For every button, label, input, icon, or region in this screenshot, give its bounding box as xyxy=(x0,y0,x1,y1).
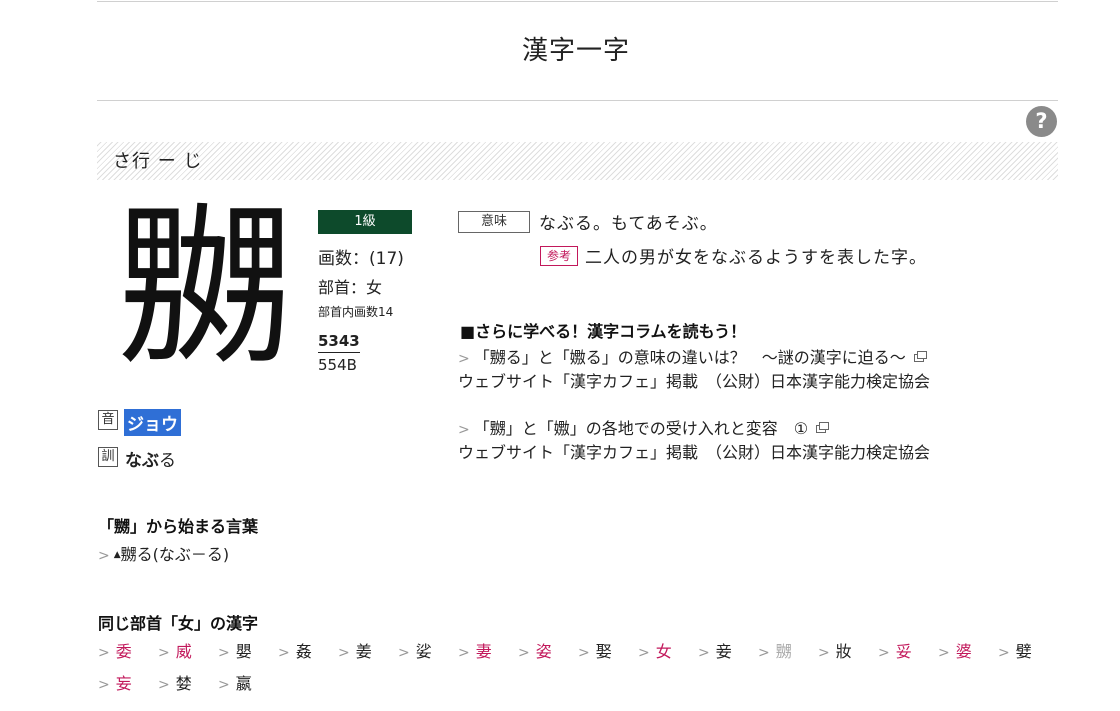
radical-kanji-char: 娶 xyxy=(595,642,612,661)
help-icon[interactable]: ? xyxy=(1026,106,1057,137)
chevron-right-icon: > xyxy=(878,645,890,661)
kanji-character: 嬲 xyxy=(117,188,293,391)
radical-kanji-link[interactable]: > 姦 xyxy=(278,638,338,662)
chevron-right-icon: > xyxy=(458,645,470,661)
on-reading-badge: 音 xyxy=(98,410,118,430)
radical-kanji-link[interactable]: > 嬰 xyxy=(218,638,278,662)
external-link-icon xyxy=(816,422,830,433)
chevron-right-icon: > xyxy=(98,548,110,564)
chevron-right-icon: > xyxy=(458,422,470,438)
meaning-text: なぶる。もてあそぶ。 xyxy=(539,214,718,234)
radical-kanji-char: 姜 xyxy=(355,642,372,661)
radical-kanji-link[interactable]: > 妻 xyxy=(458,638,518,662)
reference-label: 参考 xyxy=(540,246,578,266)
radical-kanji-link[interactable]: > 妥 xyxy=(878,638,938,662)
word-link[interactable]: > ▲嬲る(なぶ－る) xyxy=(98,541,229,565)
meaning-label: 意味 xyxy=(458,211,530,233)
radical-kanji-char: 娑 xyxy=(415,642,432,661)
chevron-right-icon: > xyxy=(278,645,290,661)
radical-kanji-link[interactable]: > 姜 xyxy=(338,638,398,662)
stroke-count: 画数：(17) xyxy=(318,249,404,269)
kun-reading-okurigana: る xyxy=(159,451,176,471)
chevron-right-icon: > xyxy=(98,645,110,661)
radical-kanji-char: 女 xyxy=(655,642,672,661)
same-radical-row: > 委 > 威 > 嬰 > 姦 > 姜 > 娑 > 妻 > 姿 > 娶 > 女 > 妾 > 嬲 > 妝 > 妥 > 婆 > 嬖 xyxy=(98,638,1058,662)
banner-label: さ行 ー じ xyxy=(113,151,203,172)
chevron-right-icon: > xyxy=(218,677,230,693)
column-source: ウェブサイト「漢字カフェ」掲載 （公財）日本漢字能力検定協会 xyxy=(458,372,931,391)
reference-text: 二人の男が女をなぶるようすを表した字。 xyxy=(585,248,927,268)
grade-badge: 1級 xyxy=(318,210,412,234)
radical-kanji-char: 妄 xyxy=(115,674,132,693)
chevron-right-icon: > xyxy=(638,645,650,661)
radical-kanji-char: 姦 xyxy=(295,642,312,661)
chevron-right-icon: > xyxy=(818,645,830,661)
radical-kanji-char: 姿 xyxy=(535,642,552,661)
radical-kanji-link[interactable]: > 姿 xyxy=(518,638,578,662)
external-link-icon xyxy=(913,351,927,362)
column-heading: ■さらに学べる！漢字コラムを読もう！ xyxy=(460,322,747,341)
kun-reading-badge: 訓 xyxy=(98,447,118,467)
radical-kanji-char: 威 xyxy=(175,642,192,661)
radical-stroke-count: 部首内画数14 xyxy=(318,305,394,319)
radical-kanji-char: 委 xyxy=(115,642,132,661)
radical-kanji-link[interactable]: > 娶 xyxy=(578,638,638,662)
radical-kanji-char: 妥 xyxy=(895,642,912,661)
chevron-right-icon: > xyxy=(158,677,170,693)
chevron-right-icon: > xyxy=(578,645,590,661)
chevron-right-icon: > xyxy=(698,645,710,661)
same-radical-row: > 妄 > 婪 > 嬴 xyxy=(98,670,278,694)
chevron-right-icon: > xyxy=(758,645,770,661)
chevron-right-icon: > xyxy=(158,645,170,661)
chevron-right-icon: > xyxy=(218,645,230,661)
column-source: ウェブサイト「漢字カフェ」掲載 （公財）日本漢字能力検定協会 xyxy=(458,443,931,462)
radical-label: 部首：女 xyxy=(318,278,383,297)
page-title: 漢字一字 xyxy=(521,36,630,66)
same-radical-heading: 同じ部首「女」の漢字 xyxy=(98,614,259,633)
title-divider xyxy=(97,100,1058,101)
radical-kanji-link[interactable]: > 嬲 xyxy=(758,638,818,662)
section-banner xyxy=(97,142,1058,180)
chevron-right-icon: > xyxy=(98,677,110,693)
chevron-right-icon: > xyxy=(518,645,530,661)
chevron-right-icon: > xyxy=(998,645,1010,661)
radical-kanji-link[interactable]: > 女 xyxy=(638,638,698,662)
caution-mark: ▲ xyxy=(113,550,121,560)
radical-kanji-char: 嬖 xyxy=(1015,642,1032,661)
radical-kanji-link[interactable]: > 委 xyxy=(98,638,158,662)
radical-kanji-char: 嬴 xyxy=(235,674,252,693)
radical-kanji-link[interactable]: > 威 xyxy=(158,638,218,662)
radical-kanji-link[interactable]: > 妾 xyxy=(698,638,758,662)
kun-reading-stem: なぶ xyxy=(125,451,159,471)
top-divider xyxy=(97,1,1058,2)
radical-kanji-link[interactable]: > 娑 xyxy=(398,638,458,662)
radical-kanji-char: 妾 xyxy=(715,642,732,661)
radical-kanji-link[interactable]: > 妄 xyxy=(98,670,158,694)
radical-kanji-link[interactable]: > 嬖 xyxy=(998,638,1058,662)
chevron-right-icon: > xyxy=(458,351,470,367)
chevron-right-icon: > xyxy=(398,645,410,661)
kun-reading: なぶる xyxy=(125,446,176,471)
column-link-title: 「嬲る」と「嫐る」の意味の違いは？ ～謎の漢字に迫る～ xyxy=(473,348,906,367)
radical-kanji-link[interactable]: > 婪 xyxy=(158,670,218,694)
kanji-code-secondary: 554B xyxy=(318,356,357,374)
chevron-right-icon: > xyxy=(938,645,950,661)
on-reading: ジョウ xyxy=(124,409,181,436)
radical-kanji-link[interactable]: > 嬴 xyxy=(218,670,278,694)
radical-kanji-char: 婆 xyxy=(955,642,972,661)
column-link[interactable]: > 「嬲る」と「嫐る」の意味の違いは？ ～謎の漢字に迫る～ xyxy=(458,344,927,368)
radical-kanji-char: 妻 xyxy=(475,642,492,661)
radical-kanji-char: 嬰 xyxy=(235,642,252,661)
radical-kanji-char: 嬲 xyxy=(775,642,792,661)
word-label: 嬲る(なぶ－る) xyxy=(120,545,230,564)
radical-kanji-link[interactable]: > 妝 xyxy=(818,638,878,662)
radical-kanji-link[interactable]: > 婆 xyxy=(938,638,998,662)
radical-kanji-char: 婪 xyxy=(175,674,192,693)
column-link[interactable]: > 「嬲」と「嫐」の各地での受け入れと変容 ① xyxy=(458,415,830,439)
radical-kanji-char: 妝 xyxy=(835,642,852,661)
kanji-code-primary: 5343 xyxy=(318,332,360,353)
chevron-right-icon: > xyxy=(338,645,350,661)
words-heading: 「嬲」から始まる言葉 xyxy=(98,517,259,536)
column-link-title: 「嬲」と「嫐」の各地での受け入れと変容 ① xyxy=(473,419,809,438)
